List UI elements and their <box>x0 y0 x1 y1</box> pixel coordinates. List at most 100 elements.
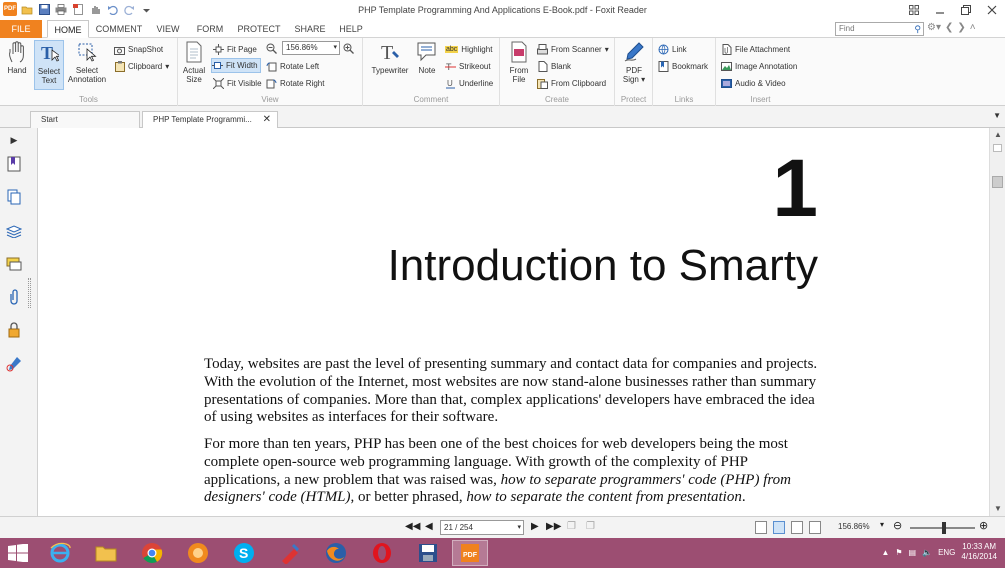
attachments-panel-icon[interactable] <box>5 288 23 306</box>
skype-icon[interactable]: S <box>226 540 262 566</box>
ribbon-display-icon[interactable] <box>901 0 927 20</box>
internet-explorer-icon[interactable] <box>42 540 78 566</box>
panel-resize-grip[interactable] <box>28 278 31 308</box>
page-number-input[interactable]: 21 / 254 ▾ <box>440 520 524 535</box>
fit-width-label: Fit Width <box>226 61 258 70</box>
close-window-icon[interactable] <box>979 0 1005 20</box>
zoom-out-status-icon[interactable]: ⊖ <box>893 519 902 532</box>
typewriter-button[interactable]: T Typewriter <box>366 40 414 90</box>
collapse-ribbon-icon[interactable]: ˄ <box>970 22 976 33</box>
select-annotation-button[interactable]: Select Annotation <box>66 40 108 90</box>
next-view-icon[interactable]: ❐ <box>586 521 595 532</box>
security-lock-icon[interactable] <box>5 321 23 339</box>
next-page-icon[interactable]: ▶ <box>531 521 539 532</box>
fit-width-button[interactable]: Fit Width <box>211 58 261 73</box>
zoom-slider[interactable] <box>910 522 975 534</box>
restore-icon[interactable] <box>953 0 979 20</box>
comments-panel-icon[interactable] <box>5 255 23 273</box>
note-button[interactable]: Note <box>414 40 440 90</box>
select-text-button[interactable]: T Select Text <box>34 40 64 90</box>
snapshot-button[interactable]: SnapShot <box>114 42 163 57</box>
show-hidden-icons-icon[interactable]: ▲ <box>881 548 889 557</box>
file-explorer-icon[interactable] <box>88 540 124 566</box>
action-center-flag-icon[interactable]: ⚑ <box>895 548 902 557</box>
fit-page-button[interactable]: Fit Page <box>213 42 257 57</box>
foxit-reader-taskbar-icon[interactable]: PDF <box>452 540 488 566</box>
from-clipboard-button[interactable]: From Clipboard <box>537 76 606 91</box>
scroll-up-icon[interactable]: ▲ <box>990 128 1005 142</box>
zoom-level-select[interactable]: 156.86% ▾ <box>282 41 340 55</box>
zoom-slider-knob[interactable] <box>942 522 946 534</box>
continuous-page-icon[interactable] <box>773 521 785 534</box>
minimize-icon[interactable] <box>927 0 953 20</box>
tab-view[interactable]: VIEW <box>150 20 186 38</box>
image-annotation-button[interactable]: Image Annotation <box>721 59 797 74</box>
zoom-dropdown-status-icon[interactable]: ▾ <box>880 520 884 529</box>
pdf-sign-button[interactable]: PDF Sign ▾ <box>619 40 649 90</box>
network-icon[interactable]: ▤ <box>909 548 917 557</box>
tab-comment[interactable]: COMMENT <box>93 20 145 38</box>
previous-page-icon[interactable]: ◀ <box>425 521 433 532</box>
bookmarks-panel-icon[interactable] <box>5 155 23 173</box>
volume-icon[interactable]: 🔈 <box>922 548 932 557</box>
scroll-thumb[interactable] <box>992 176 1003 188</box>
from-file-button[interactable]: From File <box>505 40 533 90</box>
previous-view-icon[interactable]: ❐ <box>567 521 576 532</box>
doc-tab-current[interactable]: PHP Template Programmi... ✕ <box>142 111 278 128</box>
search-icon[interactable]: ⚲ <box>914 23 921 35</box>
continuous-facing-icon[interactable] <box>809 521 821 534</box>
tab-list-dropdown-icon[interactable]: ▼ <box>993 111 1001 120</box>
pages-panel-icon[interactable] <box>5 188 23 206</box>
expand-panel-icon[interactable]: ▶ <box>5 131 23 149</box>
tab-help[interactable]: HELP <box>335 20 367 38</box>
fit-visible-button[interactable]: Fit Visible <box>213 76 262 91</box>
svg-text:S: S <box>239 545 248 561</box>
chrome-icon[interactable] <box>134 540 170 566</box>
system-clock[interactable]: 10:33 AM 4/16/2014 <box>961 542 997 562</box>
tab-protect[interactable]: PROTECT <box>234 20 284 38</box>
tab-file[interactable]: FILE <box>0 20 42 38</box>
highlight-button[interactable]: abc Highlight <box>445 42 492 57</box>
bookmark-button[interactable]: Bookmark <box>658 59 708 74</box>
blank-button[interactable]: Blank <box>537 59 571 74</box>
tab-home[interactable]: HOME <box>47 20 89 38</box>
layers-panel-icon[interactable] <box>5 222 23 240</box>
single-page-icon[interactable] <box>755 521 767 534</box>
last-page-icon[interactable]: ▶▶ <box>546 521 561 532</box>
zoom-in-status-icon[interactable]: ⊕ <box>979 519 988 532</box>
rotate-right-button[interactable]: Rotate Right <box>266 76 324 91</box>
signatures-panel-icon[interactable] <box>5 355 23 373</box>
windows-start-icon[interactable] <box>8 543 28 563</box>
file-attachment-button[interactable]: File Attachment <box>721 42 790 57</box>
back-arrow-icon[interactable]: ❮ <box>945 22 953 33</box>
language-indicator[interactable]: ENG <box>938 548 955 557</box>
zoom-in-button[interactable] <box>343 41 354 56</box>
forward-arrow-icon[interactable]: ❯ <box>957 22 965 33</box>
firefox-icon[interactable] <box>318 540 354 566</box>
rotate-left-button[interactable]: Rotate Left <box>266 59 319 74</box>
find-input[interactable]: Find ⚲ <box>835 22 924 36</box>
first-page-icon[interactable]: ◀◀ <box>405 521 420 532</box>
facing-page-icon[interactable] <box>791 521 803 534</box>
opera-icon[interactable] <box>364 540 400 566</box>
tab-share[interactable]: SHARE <box>290 20 330 38</box>
hand-button[interactable]: Hand <box>4 40 30 90</box>
vertical-scrollbar[interactable]: ▲ ▼ <box>989 128 1005 516</box>
strikeout-button[interactable]: T Strikeout <box>445 59 491 74</box>
tab-form[interactable]: FORM <box>192 20 228 38</box>
tools-app-icon[interactable] <box>272 540 308 566</box>
doc-tab-start[interactable]: Start <box>30 111 140 128</box>
actual-size-button[interactable]: Actual Size <box>181 40 207 90</box>
save-disk-app-icon[interactable] <box>410 540 446 566</box>
settings-gear-icon[interactable]: ⚙▾ <box>927 22 941 33</box>
clipboard-button[interactable]: Clipboard ▾ <box>114 59 169 74</box>
underline-button[interactable]: U Underline <box>445 76 493 91</box>
audio-video-button[interactable]: Audio & Video <box>721 76 786 91</box>
close-tab-icon[interactable]: ✕ <box>263 112 271 128</box>
link-button[interactable]: Link <box>658 42 687 57</box>
scroll-down-icon[interactable]: ▼ <box>990 502 1005 516</box>
zoom-out-button[interactable] <box>266 41 277 56</box>
media-player-icon[interactable] <box>180 540 216 566</box>
split-view-handle[interactable] <box>993 144 1002 152</box>
from-scanner-button[interactable]: From Scanner ▾ <box>537 42 609 57</box>
